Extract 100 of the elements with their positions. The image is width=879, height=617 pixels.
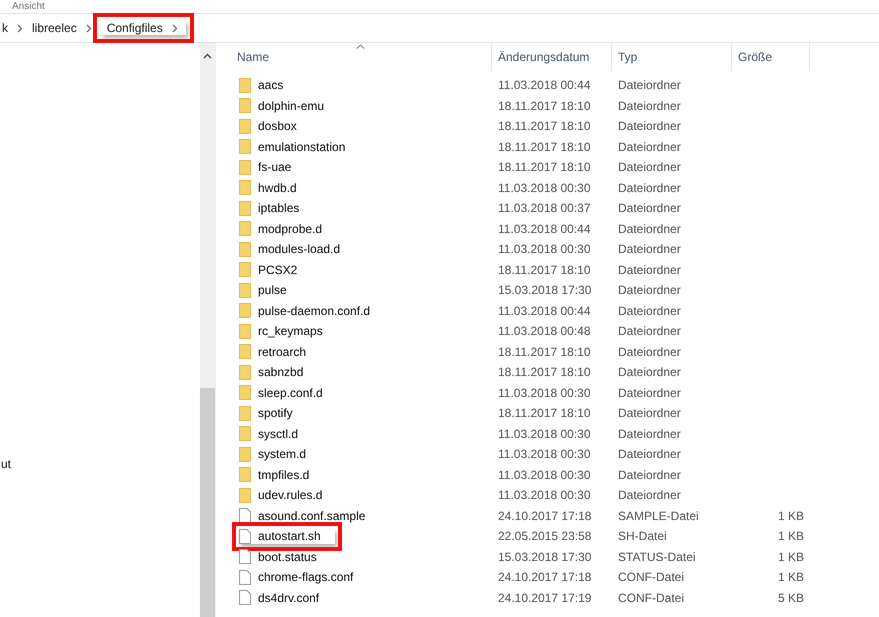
folder-icon — [239, 160, 251, 175]
folder-icon — [239, 221, 251, 236]
ribbon-tab[interactable]: Ansicht — [12, 0, 45, 12]
breadcrumb-item[interactable]: Configfiles — [106, 21, 163, 35]
folder-icon — [239, 426, 251, 442]
file-type: SAMPLE-Datei — [618, 508, 699, 523]
modified-date: 18.11.2017 18:10 — [498, 98, 591, 113]
file-icon — [239, 508, 251, 524]
folder-icon — [239, 344, 251, 360]
modified-date: 11.03.2018 00:30 — [498, 426, 591, 441]
file-name[interactable]: PCSX2 — [258, 262, 298, 277]
modified-date: 18.11.2017 18:10 — [498, 140, 591, 154]
file-name[interactable]: ds4drv.conf — [258, 590, 320, 605]
file-type: Dateiordner — [618, 447, 681, 462]
file-type: Dateiordner — [618, 324, 681, 338]
nav-item[interactable]: ut — [1, 457, 200, 471]
file-type: Dateiordner — [618, 283, 681, 298]
folder-icon — [239, 242, 251, 257]
scroll-up-icon[interactable] — [203, 53, 212, 59]
file-name[interactable]: spotify — [258, 406, 293, 420]
file-icon — [239, 549, 251, 564]
folder-icon — [239, 262, 251, 278]
file-name[interactable]: pulse — [258, 283, 287, 298]
file-name[interactable]: tmpfiles.d — [258, 468, 310, 482]
file-name[interactable]: sleep.conf.d — [258, 386, 323, 400]
modified-date: 11.03.2018 00:48 — [498, 324, 591, 338]
file-type: Dateiordner — [618, 180, 681, 195]
file-type: Dateiordner — [618, 78, 681, 92]
file-type: Dateiordner — [618, 140, 681, 154]
modified-date: 11.03.2018 00:30 — [498, 386, 591, 400]
folder-icon — [239, 118, 251, 134]
scrollbar-thumb[interactable] — [200, 388, 215, 617]
file-type: Dateiordner — [618, 386, 681, 400]
file-size: 1 KB — [778, 570, 804, 584]
file-name[interactable]: rc_keymaps — [258, 324, 323, 338]
file-type: Dateiordner — [618, 488, 681, 502]
file-type: Dateiordner — [618, 160, 681, 174]
file-type: Dateiordner — [618, 98, 681, 113]
file-name[interactable]: sysctl.d — [258, 426, 298, 441]
modified-date: 24.10.2017 17:18 — [498, 570, 592, 584]
file-name[interactable]: asound.conf.sample — [258, 508, 366, 523]
file-name[interactable]: system.d — [258, 447, 306, 462]
file-name[interactable]: dosbox — [258, 119, 297, 134]
file-type: CONF-Datei — [618, 590, 684, 605]
folder-icon — [239, 324, 251, 339]
modified-date: 11.03.2018 00:44 — [498, 78, 591, 92]
modified-date: 18.11.2017 18:10 — [498, 119, 591, 134]
chevron-icon[interactable] — [17, 24, 23, 32]
modified-date: 24.10.2017 17:19 — [498, 590, 592, 605]
modified-date: 11.03.2018 00:30 — [498, 468, 591, 482]
file-type: Dateiordner — [618, 365, 681, 380]
breadcrumb-item[interactable]: k — [2, 21, 8, 35]
modified-date: 24.10.2017 17:18 — [498, 508, 592, 523]
modified-date: 11.03.2018 00:44 — [498, 222, 591, 236]
file-type: Dateiordner — [618, 468, 681, 482]
folder-icon — [239, 406, 251, 421]
file-name[interactable]: fs-uae — [258, 160, 292, 174]
column-header[interactable]: Änderungsdatum — [492, 43, 612, 71]
file-size: 1 KB — [778, 508, 804, 523]
file-name[interactable]: modules-load.d — [258, 242, 340, 256]
modified-date: 18.11.2017 18:10 — [498, 262, 591, 277]
chevron-icon[interactable] — [172, 24, 178, 32]
file-name[interactable]: emulationstation — [258, 140, 346, 154]
file-type: Dateiordner — [618, 406, 681, 420]
file-name[interactable]: modprobe.d — [258, 222, 322, 236]
file-name[interactable]: hwdb.d — [258, 180, 297, 195]
column-header[interactable]: Name — [231, 43, 492, 71]
file-name[interactable]: autostart.sh — [258, 529, 321, 544]
file-size: 5 KB — [778, 590, 804, 605]
scrollbar[interactable] — [200, 43, 215, 617]
modified-date: 18.11.2017 18:10 — [498, 365, 591, 380]
file-type: STATUS-Datei — [618, 550, 696, 564]
file-type: Dateiordner — [618, 222, 681, 236]
file-name[interactable]: iptables — [258, 201, 300, 216]
file-name[interactable]: aacs — [258, 78, 284, 92]
breadcrumb-item[interactable]: libreelec — [32, 21, 77, 35]
file-name[interactable]: boot.status — [258, 550, 317, 564]
address-bar[interactable]: k libreelec Configfiles — [0, 14, 879, 43]
folder-icon — [239, 180, 251, 196]
file-name[interactable]: pulse-daemon.conf.d — [258, 304, 370, 318]
file-name[interactable]: retroarch — [258, 344, 306, 359]
folder-icon — [239, 385, 251, 400]
chevron-icon[interactable] — [86, 24, 92, 32]
modified-date: 11.03.2018 00:30 — [498, 242, 591, 256]
file-type: Dateiordner — [618, 201, 681, 216]
modified-date: 22.05.2015 23:58 — [498, 529, 592, 544]
modified-date: 11.03.2018 00:30 — [498, 447, 591, 462]
modified-date: 18.11.2017 18:10 — [498, 406, 591, 420]
file-icon — [239, 570, 251, 585]
file-type: Dateiordner — [618, 344, 681, 359]
file-name[interactable]: dolphin-emu — [258, 98, 324, 113]
file-name[interactable]: chrome-flags.conf — [258, 570, 354, 584]
file-size: 1 KB — [778, 550, 804, 564]
modified-date: 18.11.2017 18:10 — [498, 160, 591, 174]
file-type: SH-Datei — [618, 529, 667, 544]
column-header[interactable]: Größe — [732, 43, 810, 71]
file-name[interactable]: udev.rules.d — [258, 488, 322, 502]
column-header[interactable]: Typ — [612, 43, 732, 71]
file-name[interactable]: sabnzbd — [258, 365, 304, 380]
folder-icon — [239, 200, 251, 216]
